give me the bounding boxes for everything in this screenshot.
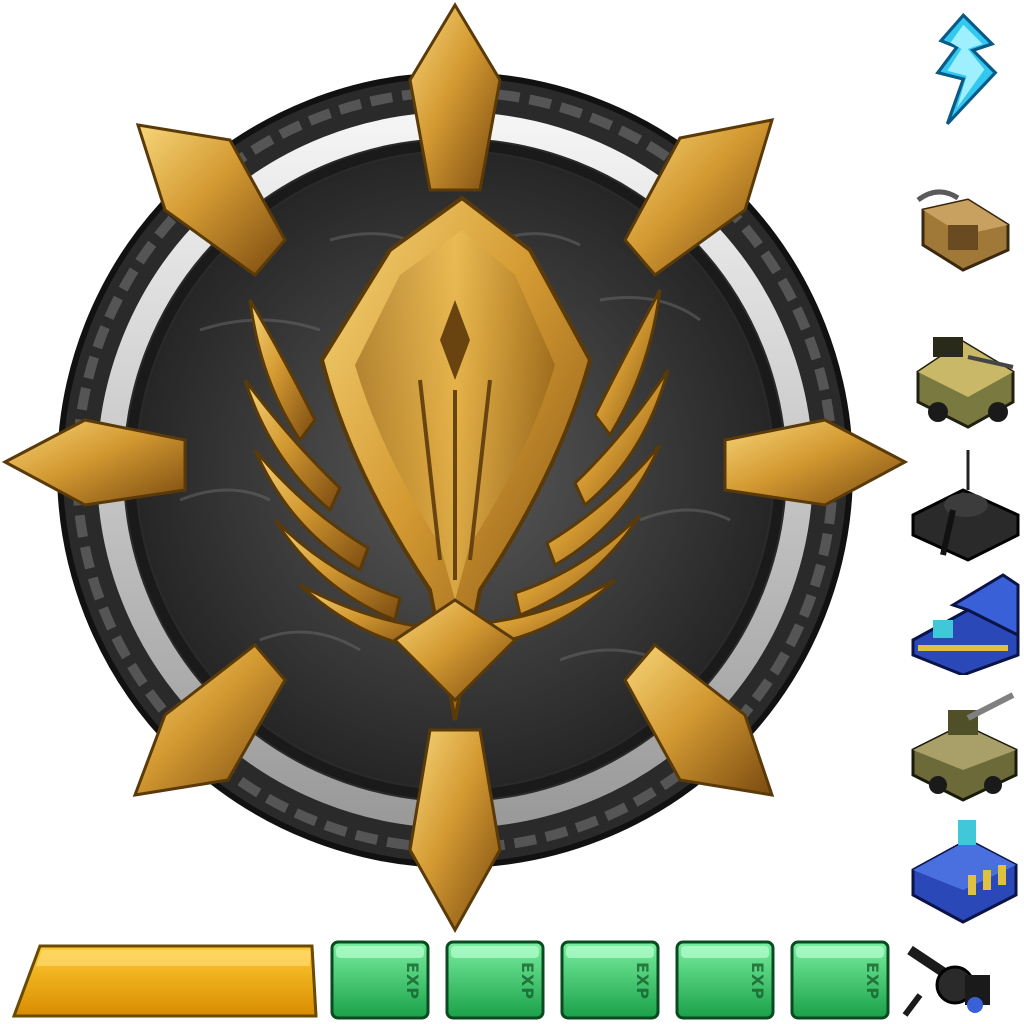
exp-label: EXP [403,962,422,1000]
exp-tile[interactable]: EXP [445,940,545,1020]
blue-factory-icon[interactable] [908,565,1020,675]
turret-gun-icon[interactable] [900,935,1000,1020]
exp-tile[interactable]: EXP [330,940,430,1020]
armored-truck-icon[interactable] [908,312,1020,437]
exp-tile[interactable]: EXP [675,940,775,1020]
exp-label: EXP [748,962,767,1000]
rank-emblem [0,0,910,935]
exp-label: EXP [633,962,652,1000]
exp-label: EXP [863,962,882,1000]
blue-tech-building-icon[interactable] [908,810,1020,925]
exp-label: EXP [518,962,537,1000]
harvester-vehicle-icon[interactable] [908,180,1020,280]
dark-tank-icon[interactable] [908,445,1020,565]
exp-tile[interactable]: EXP [790,940,890,1020]
lightning-bolt-icon[interactable] [908,12,1020,127]
gold-progress-bar[interactable] [12,944,318,1018]
exp-tile[interactable]: EXP [560,940,660,1020]
artillery-vehicle-icon[interactable] [908,690,1020,805]
